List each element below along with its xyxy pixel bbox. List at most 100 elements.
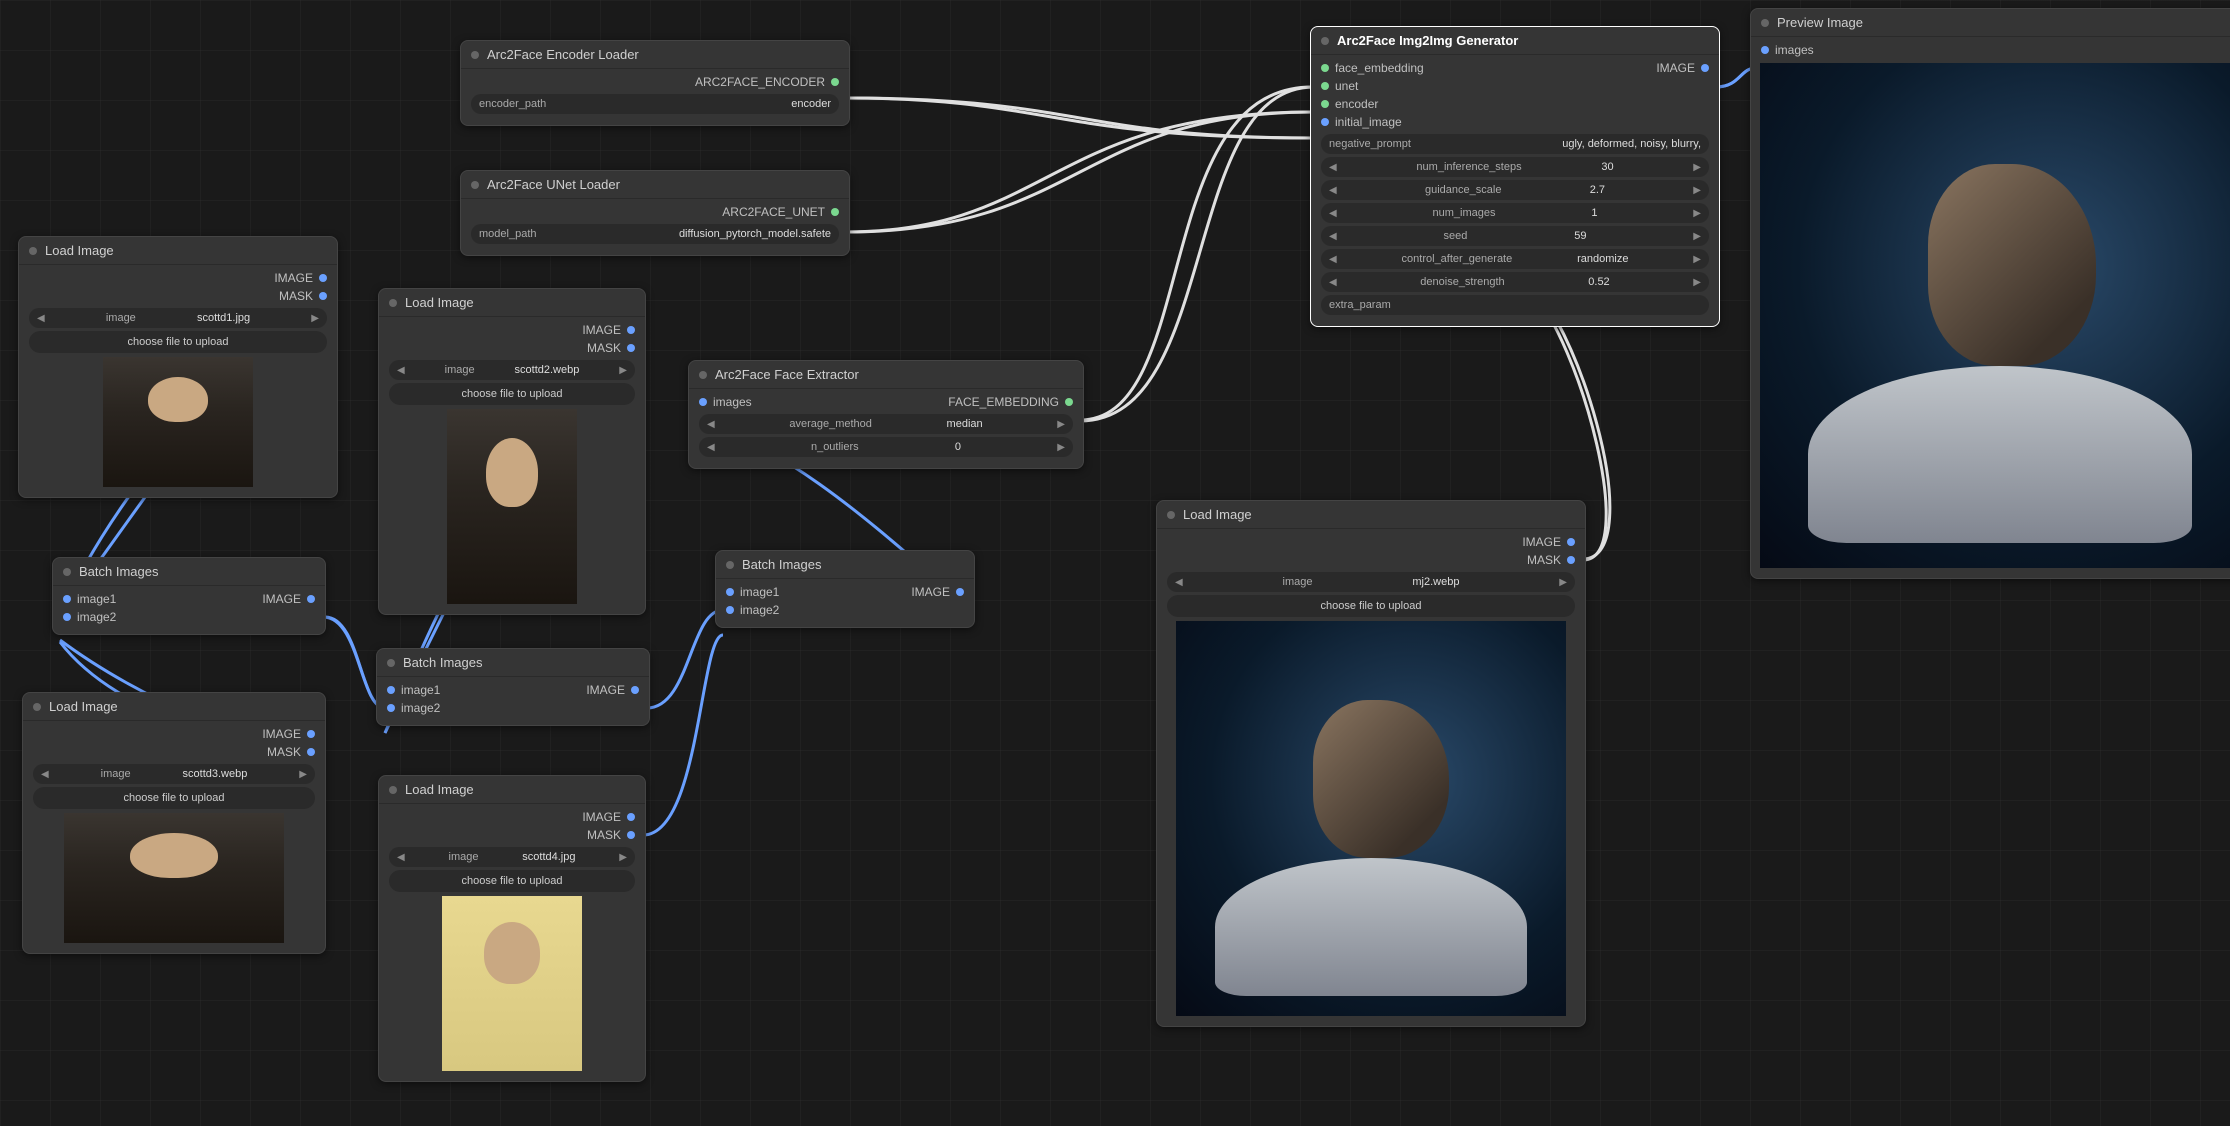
collapse-dot[interactable] [1761,19,1769,27]
arrow-right-icon[interactable]: ▶ [1057,419,1065,430]
arrow-left-icon[interactable]: ◀ [707,442,715,453]
arrow-right-icon[interactable]: ▶ [299,769,307,780]
arrow-left-icon[interactable]: ◀ [37,313,45,324]
output-port-mask[interactable] [319,292,327,300]
output-port[interactable] [1701,64,1709,72]
collapse-dot[interactable] [29,247,37,255]
arrow-right-icon[interactable]: ▶ [619,365,627,376]
upload-button[interactable]: choose file to upload [389,383,635,405]
arrow-right-icon[interactable]: ▶ [1693,254,1701,265]
upload-button[interactable]: choose file to upload [33,787,315,809]
widget-model-path[interactable]: model_path diffusion_pytorch_model.safet… [471,224,839,244]
widget-image-select[interactable]: ◀ image scottd4.jpg ▶ [389,847,635,867]
node-unet-loader[interactable]: Arc2Face UNet Loader ARC2FACE_UNET model… [460,170,850,256]
node-header[interactable]: Load Image [23,693,325,721]
input-port[interactable] [1321,100,1329,108]
widget-extra-param[interactable]: extra_param [1321,295,1709,315]
arrow-right-icon[interactable]: ▶ [1693,277,1701,288]
node-load-image-2[interactable]: Load Image IMAGE MASK ◀ image scottd2.we… [378,288,646,615]
input-port[interactable] [1321,64,1329,72]
output-port[interactable] [307,595,315,603]
node-face-extractor[interactable]: Arc2Face Face Extractor images FACE_EMBE… [688,360,1084,469]
node-header[interactable]: Arc2Face Img2Img Generator [1311,27,1719,55]
widget-image-select[interactable]: ◀ image scottd3.webp ▶ [33,764,315,784]
output-port-mask[interactable] [1567,556,1575,564]
arrow-left-icon[interactable]: ◀ [1175,577,1183,588]
arrow-right-icon[interactable]: ▶ [1693,162,1701,173]
node-header[interactable]: Load Image [19,237,337,265]
widget-image-select[interactable]: ◀ image mj2.webp ▶ [1167,572,1575,592]
widget-num-images[interactable]: ◀ num_images 1 ▶ [1321,203,1709,223]
node-encoder-loader[interactable]: Arc2Face Encoder Loader ARC2FACE_ENCODER… [460,40,850,126]
input-port[interactable] [699,398,707,406]
widget-n-outliers[interactable]: ◀ n_outliers 0 ▶ [699,437,1073,457]
collapse-dot[interactable] [389,299,397,307]
node-header[interactable]: Arc2Face Encoder Loader [461,41,849,69]
collapse-dot[interactable] [387,659,395,667]
arrow-right-icon[interactable]: ▶ [1057,442,1065,453]
output-port[interactable] [1065,398,1073,406]
node-img2img-generator[interactable]: Arc2Face Img2Img Generator face_embeddin… [1310,26,1720,327]
arrow-left-icon[interactable]: ◀ [707,419,715,430]
arrow-left-icon[interactable]: ◀ [397,852,405,863]
arrow-right-icon[interactable]: ▶ [1693,185,1701,196]
input-port[interactable] [1321,82,1329,90]
widget-average-method[interactable]: ◀ average_method median ▶ [699,414,1073,434]
node-batch-images-2[interactable]: Batch Images image1 IMAGE image2 [376,648,650,726]
input-port[interactable] [1761,46,1769,54]
collapse-dot[interactable] [1321,37,1329,45]
widget-guidance-scale[interactable]: ◀ guidance_scale 2.7 ▶ [1321,180,1709,200]
input-port[interactable] [63,595,71,603]
arrow-left-icon[interactable]: ◀ [1329,208,1337,219]
node-load-image-3[interactable]: Load Image IMAGE MASK ◀ image scottd3.we… [22,692,326,954]
node-header[interactable]: Arc2Face Face Extractor [689,361,1083,389]
widget-image-select[interactable]: ◀ image scottd1.jpg ▶ [29,308,327,328]
output-port-mask[interactable] [627,831,635,839]
collapse-dot[interactable] [471,181,479,189]
output-port[interactable] [956,588,964,596]
arrow-left-icon[interactable]: ◀ [41,769,49,780]
widget-control-after-generate[interactable]: ◀ control_after_generate randomize ▶ [1321,249,1709,269]
node-batch-images-1[interactable]: Batch Images image1 IMAGE image2 [52,557,326,635]
output-port-image[interactable] [1567,538,1575,546]
arrow-left-icon[interactable]: ◀ [1329,162,1337,173]
widget-encoder-path[interactable]: encoder_path encoder [471,94,839,114]
arrow-left-icon[interactable]: ◀ [397,365,405,376]
arrow-right-icon[interactable]: ▶ [1693,208,1701,219]
node-header[interactable]: Load Image [379,289,645,317]
collapse-dot[interactable] [726,561,734,569]
arrow-left-icon[interactable]: ◀ [1329,277,1337,288]
node-header[interactable]: Preview Image [1751,9,2230,37]
arrow-left-icon[interactable]: ◀ [1329,185,1337,196]
node-header[interactable]: Batch Images [377,649,649,677]
collapse-dot[interactable] [33,703,41,711]
arrow-right-icon[interactable]: ▶ [619,852,627,863]
output-port[interactable] [631,686,639,694]
input-port[interactable] [1321,118,1329,126]
output-port[interactable] [831,78,839,86]
node-load-image-4[interactable]: Load Image IMAGE MASK ◀ image scottd4.jp… [378,775,646,1082]
widget-seed[interactable]: ◀ seed 59 ▶ [1321,226,1709,246]
node-header[interactable]: Arc2Face UNet Loader [461,171,849,199]
collapse-dot[interactable] [471,51,479,59]
arrow-left-icon[interactable]: ◀ [1329,231,1337,242]
node-load-image-5[interactable]: Load Image IMAGE MASK ◀ image mj2.webp ▶… [1156,500,1586,1027]
node-batch-images-3[interactable]: Batch Images image1 IMAGE image2 [715,550,975,628]
upload-button[interactable]: choose file to upload [29,331,327,353]
output-port-image[interactable] [307,730,315,738]
collapse-dot[interactable] [699,371,707,379]
collapse-dot[interactable] [389,786,397,794]
node-header[interactable]: Batch Images [716,551,974,579]
input-port[interactable] [387,704,395,712]
output-port-image[interactable] [627,326,635,334]
node-load-image-1[interactable]: Load Image IMAGE MASK ◀ image scottd1.jp… [18,236,338,498]
input-port[interactable] [63,613,71,621]
arrow-right-icon[interactable]: ▶ [1559,577,1567,588]
output-port-mask[interactable] [307,748,315,756]
arrow-right-icon[interactable]: ▶ [1693,231,1701,242]
arrow-left-icon[interactable]: ◀ [1329,254,1337,265]
upload-button[interactable]: choose file to upload [389,870,635,892]
arrow-right-icon[interactable]: ▶ [311,313,319,324]
collapse-dot[interactable] [63,568,71,576]
widget-negative-prompt[interactable]: negative_prompt ugly, deformed, noisy, b… [1321,134,1709,154]
